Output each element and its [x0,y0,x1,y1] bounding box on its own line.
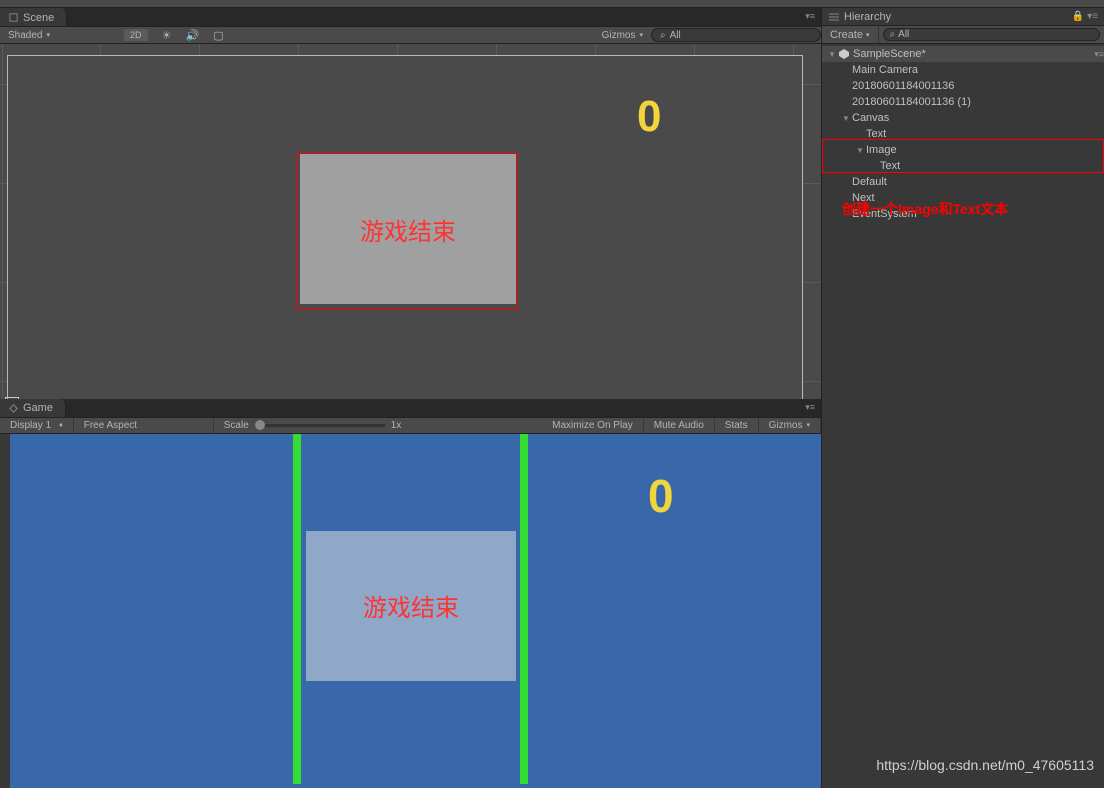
hierarchy-header: Hierarchy 🔒 ▾≡ [822,8,1104,26]
expand-arrow-icon[interactable] [828,50,838,59]
game-letterbox-left [0,434,10,788]
expand-arrow-icon[interactable] [842,114,852,123]
scene-image-panel: 游戏结束 [300,154,516,304]
green-bar-2 [520,434,528,784]
annotation-highlight [822,139,1104,173]
main-layout: Scene ▾≡ Shaded ▾ 2D ☀ 🔊 ▢ Gizmos ▾ ⌕ Al… [0,8,1104,788]
scale-control[interactable]: Scale 1x [214,418,412,433]
scene-tab-label: Scene [23,12,54,24]
light-icon[interactable]: ☀ [160,28,174,42]
search-icon: ⌕ [890,29,896,40]
scene-score-text: 0 [637,92,661,142]
tree-row[interactable]: 20180601184001136 (1) [822,94,1104,110]
game-tab-bar: Game ▾≡ [0,399,821,417]
scene-tab[interactable]: Scene [0,8,67,26]
scene-view[interactable]: 0 游戏结束 [0,44,821,399]
game-over-text: 游戏结束 [363,588,459,623]
lock-icon[interactable]: 🔒 ▾≡ [1072,11,1098,22]
shading-dropdown[interactable]: Shaded ▾ [0,30,58,41]
stats-button[interactable]: Stats [715,418,759,433]
scale-slider[interactable] [255,424,385,427]
top-toolbar [0,0,1104,8]
hierarchy-toolbar: Create ▾ ⌕ All [822,26,1104,44]
game-tab-label: Game [23,402,53,414]
watermark: https://blog.csdn.net/m0_47605113 [876,757,1094,773]
scene-popup-icon[interactable]: ▾≡ [805,8,821,26]
scene-name-label: SampleScene* [853,48,926,60]
annotation-text: 创建一个Image和Text文本 [842,199,1008,219]
scene-toolbar: Shaded ▾ 2D ☀ 🔊 ▢ Gizmos ▾ ⌕ All [0,26,821,44]
scene-tab-bar: Scene ▾≡ [0,8,821,26]
hierarchy-search[interactable]: ⌕ All [883,28,1100,41]
game-image-panel: 游戏结束 [306,531,516,681]
camera-gizmo [5,397,19,399]
scene-row[interactable]: SampleScene* ▾≡ [822,46,1104,62]
tree-row[interactable]: 20180601184001136 [822,78,1104,94]
scene-search[interactable]: ⌕ All [651,28,821,42]
hierarchy-panel: Hierarchy 🔒 ▾≡ Create ▾ ⌕ All SampleScen… [821,8,1104,788]
slider-thumb[interactable] [255,420,265,430]
create-button[interactable]: Create ▾ [822,26,879,43]
game-icon [8,403,19,414]
scene-icon [8,12,19,23]
tree-row[interactable]: Main Camera [822,62,1104,78]
hierarchy-icon [828,11,840,23]
mute-audio[interactable]: Mute Audio [644,418,715,433]
gizmos-dropdown[interactable]: Gizmos ▾ [594,30,651,41]
left-panel: Scene ▾≡ Shaded ▾ 2D ☀ 🔊 ▢ Gizmos ▾ ⌕ Al… [0,8,821,788]
scene-game-over-text: 游戏结束 [360,212,456,247]
hierarchy-tree: SampleScene* ▾≡ Main Camera 201806011840… [822,44,1104,224]
hierarchy-title: Hierarchy [844,11,891,23]
effects-icon[interactable]: ▢ [212,28,226,42]
game-popup-icon[interactable]: ▾≡ [805,399,821,417]
aspect-dropdown[interactable]: Free Aspect [74,418,214,433]
game-gizmos[interactable]: Gizmos▾ [759,418,821,433]
tree-row[interactable]: Canvas [822,110,1104,126]
2d-button[interactable]: 2D [124,29,148,41]
game-tab[interactable]: Game [0,399,66,417]
scene-menu-icon[interactable]: ▾≡ [1094,49,1104,60]
game-score-text: 0 [648,469,674,523]
maximize-on-play[interactable]: Maximize On Play [542,418,644,433]
display-dropdown[interactable]: Display 1♦ [0,418,74,433]
audio-icon[interactable]: 🔊 [186,28,200,42]
game-view[interactable]: 0 游戏结束 [0,434,821,788]
tree-row[interactable]: Default [822,174,1104,190]
game-toolbar: Display 1♦ Free Aspect Scale 1x Maximize… [0,417,821,434]
search-icon: ⌕ [660,30,666,41]
unity-logo-icon [838,48,850,60]
green-bar-1 [293,434,301,784]
